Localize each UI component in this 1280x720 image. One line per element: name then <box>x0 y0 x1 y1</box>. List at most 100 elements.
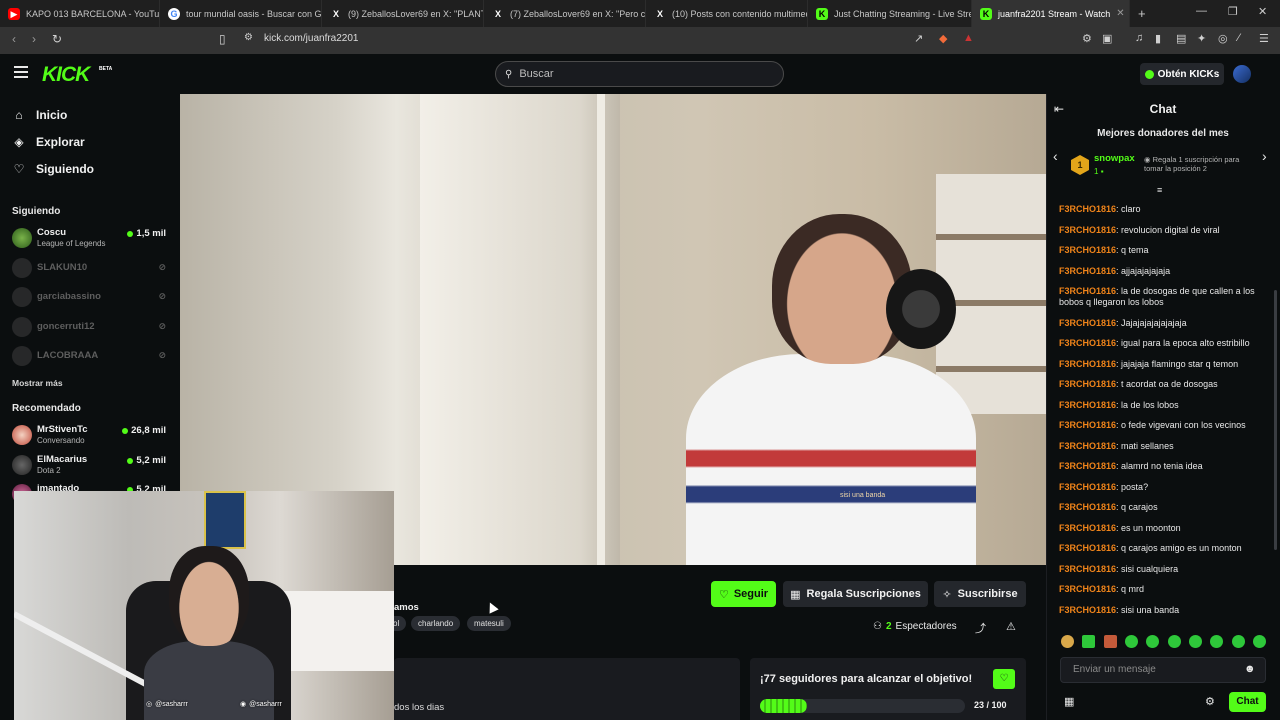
emote-icon[interactable] <box>1124 635 1138 648</box>
chat-username[interactable]: F3RCHO1816 <box>1059 584 1116 594</box>
emoji-icon[interactable]: ☻ <box>1244 663 1256 675</box>
emote-icon[interactable] <box>1210 635 1224 648</box>
chevron-right-icon[interactable]: › <box>1262 148 1267 164</box>
chat-username[interactable]: F3RCHO1816 <box>1059 379 1116 389</box>
browser-tab[interactable]: K Just Chatting Streaming - Live Stre <box>808 0 972 27</box>
emote-icon[interactable] <box>1146 635 1160 648</box>
chat-message: F3RCHO1816: q mrd <box>1059 584 1269 595</box>
sidebar-toggle-icon[interactable]: ▮ <box>1155 32 1161 45</box>
chat-username[interactable]: F3RCHO1816 <box>1059 359 1116 369</box>
stream-tag[interactable]: matesuli <box>467 616 511 631</box>
back-icon[interactable]: ‹ <box>12 32 16 46</box>
share-icon[interactable]: ⤴ <box>975 620 986 636</box>
channel-item-offline[interactable]: SLAKUN10 ⊘ <box>12 256 166 282</box>
store-icon[interactable]: ▦ <box>1064 695 1074 708</box>
chat-username[interactable]: F3RCHO1816 <box>1059 318 1116 328</box>
search-input[interactable]: ⚲ Buscar <box>495 61 784 87</box>
emote-icon[interactable] <box>1188 635 1202 648</box>
chat-expand-icon[interactable]: ≡ <box>1157 185 1162 195</box>
viewer-count-label: 26,8 mil <box>131 425 166 436</box>
bookmark-icon[interactable]: ▯ <box>219 32 226 46</box>
brave-shield-icon[interactable]: ◆ <box>939 32 947 45</box>
close-window-icon[interactable]: ✕ <box>1258 5 1267 18</box>
emote-icon[interactable] <box>1103 635 1117 648</box>
goal-text: ¡77 seguidores para alcanzar el objetivo… <box>760 673 973 685</box>
chevron-left-icon[interactable]: ‹ <box>1053 148 1058 164</box>
minimize-icon[interactable]: — <box>1196 5 1207 17</box>
chat-username[interactable]: F3RCHO1816 <box>1059 225 1116 235</box>
offline-icon: ⊘ <box>158 291 166 301</box>
follow-button[interactable]: ♡ Seguir <box>711 581 776 607</box>
top-donor-name[interactable]: snowpax <box>1094 153 1135 164</box>
browser-tab[interactable]: G tour mundial oasis - Buscar con Go <box>160 0 322 27</box>
browser-tab[interactable]: ▶ KAPO 013 BARCELONA - YouTube <box>0 0 160 27</box>
chat-username[interactable]: F3RCHO1816 <box>1059 605 1116 615</box>
gear-icon[interactable]: ⚙ <box>1205 695 1215 708</box>
chat-username[interactable]: F3RCHO1816 <box>1059 543 1116 553</box>
chat-scrollbar[interactable] <box>1274 290 1277 550</box>
screenshot-icon[interactable]: ▣ <box>1102 32 1112 45</box>
channel-item-offline[interactable]: garciabassino ⊘ <box>12 285 166 311</box>
get-kicks-button[interactable]: Obtén KICKs <box>1140 63 1224 85</box>
emote-icon[interactable] <box>1167 635 1181 648</box>
chat-username[interactable]: F3RCHO1816 <box>1059 338 1116 348</box>
stream-tag[interactable]: charlando <box>411 616 461 631</box>
chat-message: F3RCHO1816: claro <box>1059 204 1269 215</box>
gift-subscriptions-button[interactable]: ▦ Regala Suscripciones <box>783 581 928 607</box>
chat-username[interactable]: F3RCHO1816 <box>1059 204 1116 214</box>
chat-username[interactable]: F3RCHO1816 <box>1059 266 1116 276</box>
menu-icon[interactable]: ☰ <box>1259 32 1269 45</box>
chat-username[interactable]: F3RCHO1816 <box>1059 523 1116 533</box>
vpn-icon[interactable]: ◎ <box>1218 32 1228 45</box>
wallet-icon[interactable]: ▤ <box>1176 32 1186 45</box>
browser-tab[interactable]: X (7) ZeballosLover69 en X: "Pero cd <box>484 0 646 27</box>
channel-item-elmacarius[interactable]: ElMacarius Dota 2 5,2 mil <box>12 453 166 479</box>
browser-tab[interactable]: X (10) Posts con contenido multimed <box>646 0 808 27</box>
emote-icon[interactable] <box>1082 635 1096 648</box>
chat-username[interactable]: F3RCHO1816 <box>1059 564 1116 574</box>
sidebar-item-explore[interactable]: ◈ Explorar <box>12 135 84 149</box>
subscribe-button[interactable]: ✧ Suscribirse <box>934 581 1026 607</box>
channel-item-mrstiventc[interactable]: MrStivenTc Conversando 26,8 mil <box>12 423 166 449</box>
leo-icon[interactable]: ✦ <box>1197 32 1206 45</box>
heart-icon: ♡ <box>13 162 25 176</box>
chat-username[interactable]: F3RCHO1816 <box>1059 441 1116 451</box>
close-icon[interactable]: ✕ <box>1116 8 1124 19</box>
sidebar-item-home[interactable]: ⌂ Inicio <box>12 108 67 122</box>
share-page-icon[interactable]: ↗ <box>914 32 923 45</box>
chat-message-input[interactable]: Enviar un mensaje <box>1060 657 1266 683</box>
channel-item-offline[interactable]: LACOBRAAA ⊘ <box>12 344 166 370</box>
emote-icon[interactable] <box>1061 635 1074 648</box>
browser-tab[interactable]: X (9) ZeballosLover69 en X: "PLANTE <box>322 0 484 27</box>
sidebar-item-following[interactable]: ♡ Siguiendo <box>12 162 94 176</box>
chat-username[interactable]: F3RCHO1816 <box>1059 482 1116 492</box>
goal-heart-icon[interactable]: ♡ <box>993 669 1015 689</box>
send-chat-button[interactable]: Chat <box>1229 692 1266 712</box>
channel-item-coscu[interactable]: Coscu League of Legends 1,5 mil <box>12 226 166 252</box>
reload-icon[interactable]: ↻ <box>52 32 62 46</box>
forward-icon[interactable]: › <box>32 32 36 46</box>
show-more-link[interactable]: Mostrar más <box>12 378 63 388</box>
chat-username[interactable]: F3RCHO1816 <box>1059 461 1116 471</box>
site-info-icon[interactable]: ⚙ <box>244 32 253 43</box>
music-icon[interactable]: ♫ <box>1135 32 1143 44</box>
channel-item-offline[interactable]: goncerruti12 ⊘ <box>12 315 166 341</box>
chat-username[interactable]: F3RCHO1816 <box>1059 400 1116 410</box>
hamburger-icon[interactable] <box>14 66 28 78</box>
settings-icon[interactable]: ⁄ <box>1238 32 1240 44</box>
extensions-icon[interactable]: ⚙ <box>1082 32 1092 45</box>
chat-username[interactable]: F3RCHO1816 <box>1059 420 1116 430</box>
emote-icon[interactable] <box>1252 635 1266 648</box>
chat-username[interactable]: F3RCHO1816 <box>1059 245 1116 255</box>
rewards-icon[interactable]: ▲ <box>963 32 974 44</box>
kick-logo[interactable]: KICK <box>42 63 90 87</box>
emote-icon[interactable] <box>1231 635 1245 648</box>
browser-tab-active[interactable]: K juanfra2201 Stream - Watch ✕ <box>972 0 1130 27</box>
chat-username[interactable]: F3RCHO1816 <box>1059 286 1116 296</box>
url-field[interactable]: kick.com/juanfra2201 <box>264 33 359 44</box>
report-icon[interactable]: ⚠ <box>1006 620 1016 633</box>
maximize-icon[interactable]: ❐ <box>1228 5 1238 18</box>
user-avatar[interactable] <box>1233 65 1251 83</box>
new-tab-button[interactable]: + <box>1130 0 1154 27</box>
chat-username[interactable]: F3RCHO1816 <box>1059 502 1116 512</box>
